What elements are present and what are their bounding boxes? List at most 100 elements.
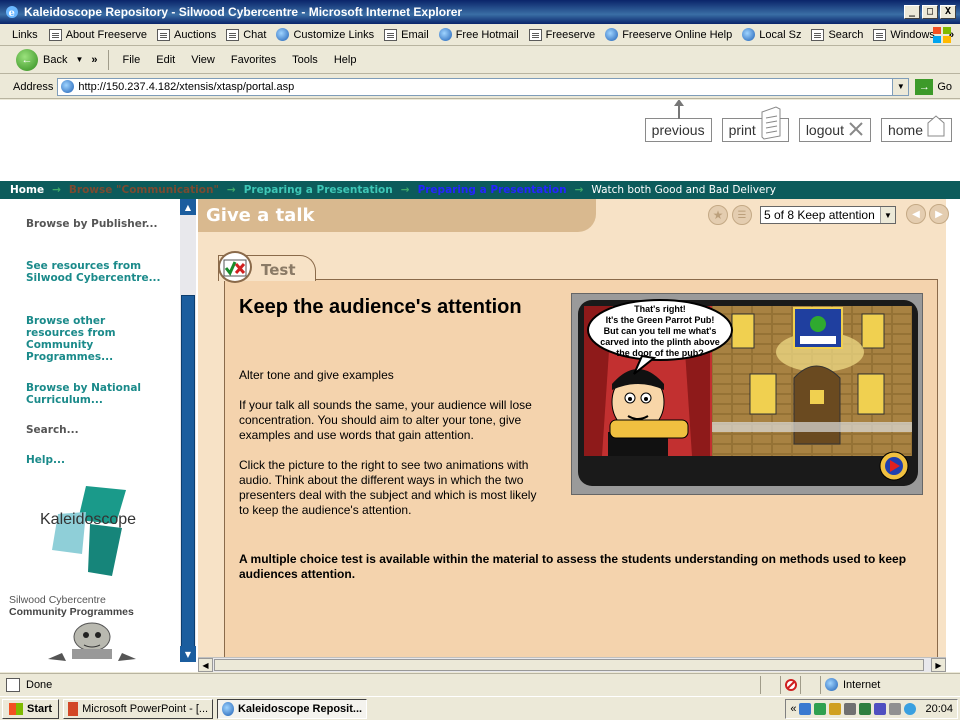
page-icon (157, 28, 171, 41)
scroll-left-icon[interactable]: ◀ (198, 658, 213, 672)
print-button[interactable]: print (721, 105, 789, 143)
kaleidoscope-logo-text: Kaleidoscope (40, 511, 137, 528)
animation-picture[interactable]: That's right! It's the Green Parrot Pub!… (571, 293, 923, 495)
top-navigation: previous print logout home (644, 100, 952, 143)
link-local-sz[interactable]: Local Sz (737, 28, 806, 41)
sidebar-see-resources[interactable]: See resources from Silwood Cybercentre..… (26, 260, 166, 284)
maximize-button[interactable]: □ (922, 5, 938, 19)
browser-toolbar: ← Back ▼ » File Edit View Favorites Tool… (0, 46, 960, 74)
chevron-down-icon[interactable]: ▼ (880, 207, 895, 223)
link-freeserve-online-help[interactable]: Freeserve Online Help (600, 28, 737, 41)
menu-tools[interactable]: Tools (284, 54, 326, 66)
clock: 20:04 (925, 702, 953, 715)
task-powerpoint[interactable]: Microsoft PowerPoint - [... (63, 698, 214, 719)
tray-messenger-icon[interactable] (814, 702, 827, 715)
lesson-title-tab: Give a talk (198, 199, 596, 232)
link-free-hotmail[interactable]: Free Hotmail (434, 28, 524, 41)
tray-security-icon[interactable] (859, 702, 872, 715)
start-button[interactable]: Start (2, 698, 60, 719)
minimize-button[interactable]: _ (904, 5, 920, 19)
back-arrow-icon: ← (16, 48, 38, 71)
gargoyle-mascot-icon (48, 622, 136, 661)
ie-globe-icon (276, 28, 290, 41)
status-bar: Done Internet (0, 673, 960, 695)
speech-line-4: carved into the plinth above (600, 337, 720, 347)
scroll-up-icon[interactable]: ▲ (180, 199, 196, 215)
tray-overflow-button[interactable]: « (790, 703, 796, 715)
link-customize-links[interactable]: Customize Links (271, 28, 379, 41)
link-freeserve[interactable]: Freeserve (524, 28, 601, 41)
breadcrumb-browse-communication[interactable]: Browse "Communication" (61, 184, 227, 196)
list-icon[interactable]: ☰ (732, 205, 752, 225)
menu-file[interactable]: File (115, 54, 149, 66)
sidebar-browse-national[interactable]: Browse by National Curriculum... (26, 382, 166, 406)
breadcrumb-preparing-presentation-current[interactable]: Preparing a Presentation (410, 184, 575, 196)
home-button[interactable]: home (880, 114, 952, 142)
scroll-down-icon[interactable]: ▼ (180, 646, 196, 662)
go-button[interactable]: → Go (915, 78, 952, 95)
breadcrumb-arrow: → (226, 184, 236, 196)
link-label: Auctions (174, 28, 217, 41)
menu-edit[interactable]: Edit (148, 54, 183, 66)
horizontal-scrollbar[interactable]: ◀ ▶ (198, 657, 946, 672)
previous-step-icon[interactable]: ◀ (906, 204, 926, 224)
scrollbar-track[interactable] (180, 215, 196, 660)
up-arrow-icon (673, 100, 684, 119)
logout-button[interactable]: logout (798, 118, 871, 142)
sidebar-browse-publisher[interactable]: Browse by Publisher... (26, 218, 166, 230)
go-arrow-icon: → (915, 78, 934, 95)
page-icon (811, 28, 825, 41)
address-input[interactable] (78, 80, 859, 93)
link-label: Chat (243, 28, 267, 41)
scroll-right-icon[interactable]: ▶ (931, 658, 946, 672)
next-step-icon[interactable]: ▶ (929, 204, 949, 224)
toolbar-overflow-chevron[interactable]: » (91, 54, 97, 66)
step-select[interactable]: 5 of 8 Keep attention ▼ (760, 206, 896, 224)
page-icon (873, 28, 887, 41)
windows-flag-icon (928, 25, 956, 45)
link-email[interactable]: Email (379, 28, 434, 41)
sidebar-help[interactable]: Help... (26, 454, 166, 466)
tray-globe-icon[interactable] (904, 702, 917, 715)
link-auctions[interactable]: Auctions (152, 28, 221, 41)
sidebar-browse-other[interactable]: Browse other resources from Community Pr… (26, 315, 166, 363)
previous-label: previous (651, 122, 705, 138)
link-search[interactable]: Search (806, 28, 868, 41)
menu-favorites[interactable]: Favorites (223, 54, 284, 66)
address-bar: Address ▼ → Go (0, 75, 960, 99)
sidebar-search[interactable]: Search... (26, 424, 166, 436)
address-dropdown-icon[interactable]: ▼ (892, 78, 909, 95)
menu-help[interactable]: Help (326, 54, 365, 66)
breadcrumb-home[interactable]: Home (0, 184, 52, 196)
content-title: Keep the audience's attention (239, 296, 522, 318)
page-icon (384, 28, 398, 41)
horizontal-scrollbar-thumb[interactable] (214, 659, 924, 671)
link-about-freeserve[interactable]: About Freeserve (44, 28, 152, 41)
tray-network-icon[interactable] (799, 702, 812, 715)
content-test-note: A multiple choice test is available with… (239, 552, 907, 581)
sidebar-scrollbar[interactable]: ▲ ▼ (180, 199, 196, 662)
link-chat[interactable]: Chat (221, 28, 271, 41)
printer-page-icon (760, 105, 782, 143)
link-label: Freeserve Online Help (622, 28, 733, 41)
tray-antivirus-icon[interactable] (829, 702, 842, 715)
address-field[interactable]: ▼ (57, 77, 910, 96)
back-dropdown-icon[interactable]: ▼ (75, 55, 83, 64)
cross-icon (848, 121, 864, 140)
close-button[interactable]: X (940, 5, 956, 19)
back-button[interactable]: ← Back (16, 48, 67, 71)
link-label: Free Hotmail (455, 28, 519, 41)
breadcrumb-watch-delivery: Watch both Good and Bad Delivery (591, 184, 776, 196)
previous-button[interactable]: previous (644, 100, 712, 142)
breadcrumb-preparing-presentation[interactable]: Preparing a Presentation (236, 184, 401, 196)
page-icon (528, 28, 542, 41)
scrollbar-thumb[interactable] (181, 295, 195, 660)
star-icon[interactable]: ★ (708, 205, 728, 225)
tray-app-icon[interactable] (874, 702, 887, 715)
tray-pen-icon[interactable] (889, 702, 902, 715)
speech-line-2: It's the Green Parrot Pub! (606, 315, 715, 325)
tray-volume-icon[interactable] (844, 702, 857, 715)
web-page: previous print logout home Home → Browse… (0, 100, 960, 672)
task-internet-explorer[interactable]: Kaleidoscope Reposit... (217, 698, 368, 719)
menu-view[interactable]: View (183, 54, 223, 66)
